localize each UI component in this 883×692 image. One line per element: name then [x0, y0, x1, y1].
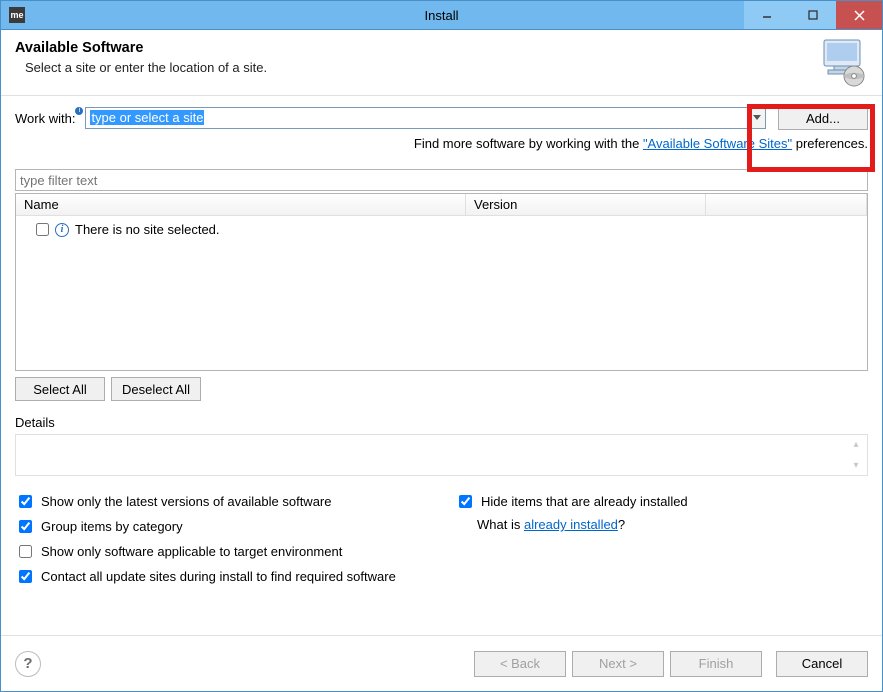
window-close-button[interactable]: [836, 1, 882, 29]
next-button: Next >: [572, 651, 664, 677]
already-installed-link[interactable]: already installed: [524, 517, 618, 532]
select-all-button[interactable]: Select All: [15, 377, 105, 401]
option-hide-installed-checkbox[interactable]: [459, 495, 472, 508]
info-badge-icon: i: [75, 107, 83, 115]
option-group-category-checkbox[interactable]: [19, 520, 32, 533]
column-header-version[interactable]: Version: [466, 194, 706, 215]
available-sites-link[interactable]: "Available Software Sites": [643, 136, 792, 151]
option-contact-sites[interactable]: Contact all update sites during install …: [15, 567, 868, 586]
dialog-subtitle: Select a site or enter the location of a…: [25, 60, 868, 75]
empty-message: There is no site selected.: [75, 222, 220, 237]
option-show-latest[interactable]: Show only the latest versions of availab…: [15, 492, 455, 511]
help-button[interactable]: ?: [15, 651, 41, 677]
work-with-placeholder: type or select a site: [90, 110, 204, 125]
cancel-button[interactable]: Cancel: [776, 651, 868, 677]
title-bar: me Install: [0, 0, 883, 30]
window-minimize-button[interactable]: [744, 1, 790, 29]
details-box: ▴▾: [15, 434, 868, 476]
dialog-header: Available Software Select a site or ente…: [1, 30, 882, 96]
option-hide-installed[interactable]: Hide items that are already installed: [455, 492, 868, 511]
details-scroll-icon[interactable]: ▴▾: [849, 439, 863, 471]
column-header-spacer: [706, 194, 867, 215]
what-is-installed: What is already installed?: [455, 517, 868, 536]
sites-hint: Find more software by working with the "…: [15, 136, 868, 151]
work-with-combo[interactable]: type or select a site: [85, 107, 748, 129]
software-table: Name Version i There is no site selected…: [15, 193, 868, 371]
info-icon: i: [55, 223, 69, 237]
option-target-env[interactable]: Show only software applicable to target …: [15, 542, 455, 561]
window-maximize-button[interactable]: [790, 1, 836, 29]
option-show-latest-checkbox[interactable]: [19, 495, 32, 508]
option-contact-sites-checkbox[interactable]: [19, 570, 32, 583]
dialog-title: Available Software: [15, 40, 868, 56]
option-target-env-checkbox[interactable]: [19, 545, 32, 558]
deselect-all-button[interactable]: Deselect All: [111, 377, 201, 401]
row-checkbox[interactable]: [36, 223, 49, 236]
install-graphic-icon: [816, 36, 868, 91]
work-with-label: Work with: i: [15, 111, 81, 126]
filter-input[interactable]: [15, 169, 868, 191]
back-button: < Back: [474, 651, 566, 677]
table-row: i There is no site selected.: [22, 220, 861, 239]
details-label: Details: [15, 415, 868, 430]
column-header-name[interactable]: Name: [16, 194, 466, 215]
option-group-category[interactable]: Group items by category: [15, 517, 455, 536]
work-with-dropdown-button[interactable]: [748, 107, 766, 129]
add-site-button[interactable]: Add...: [778, 106, 868, 130]
finish-button: Finish: [670, 651, 762, 677]
